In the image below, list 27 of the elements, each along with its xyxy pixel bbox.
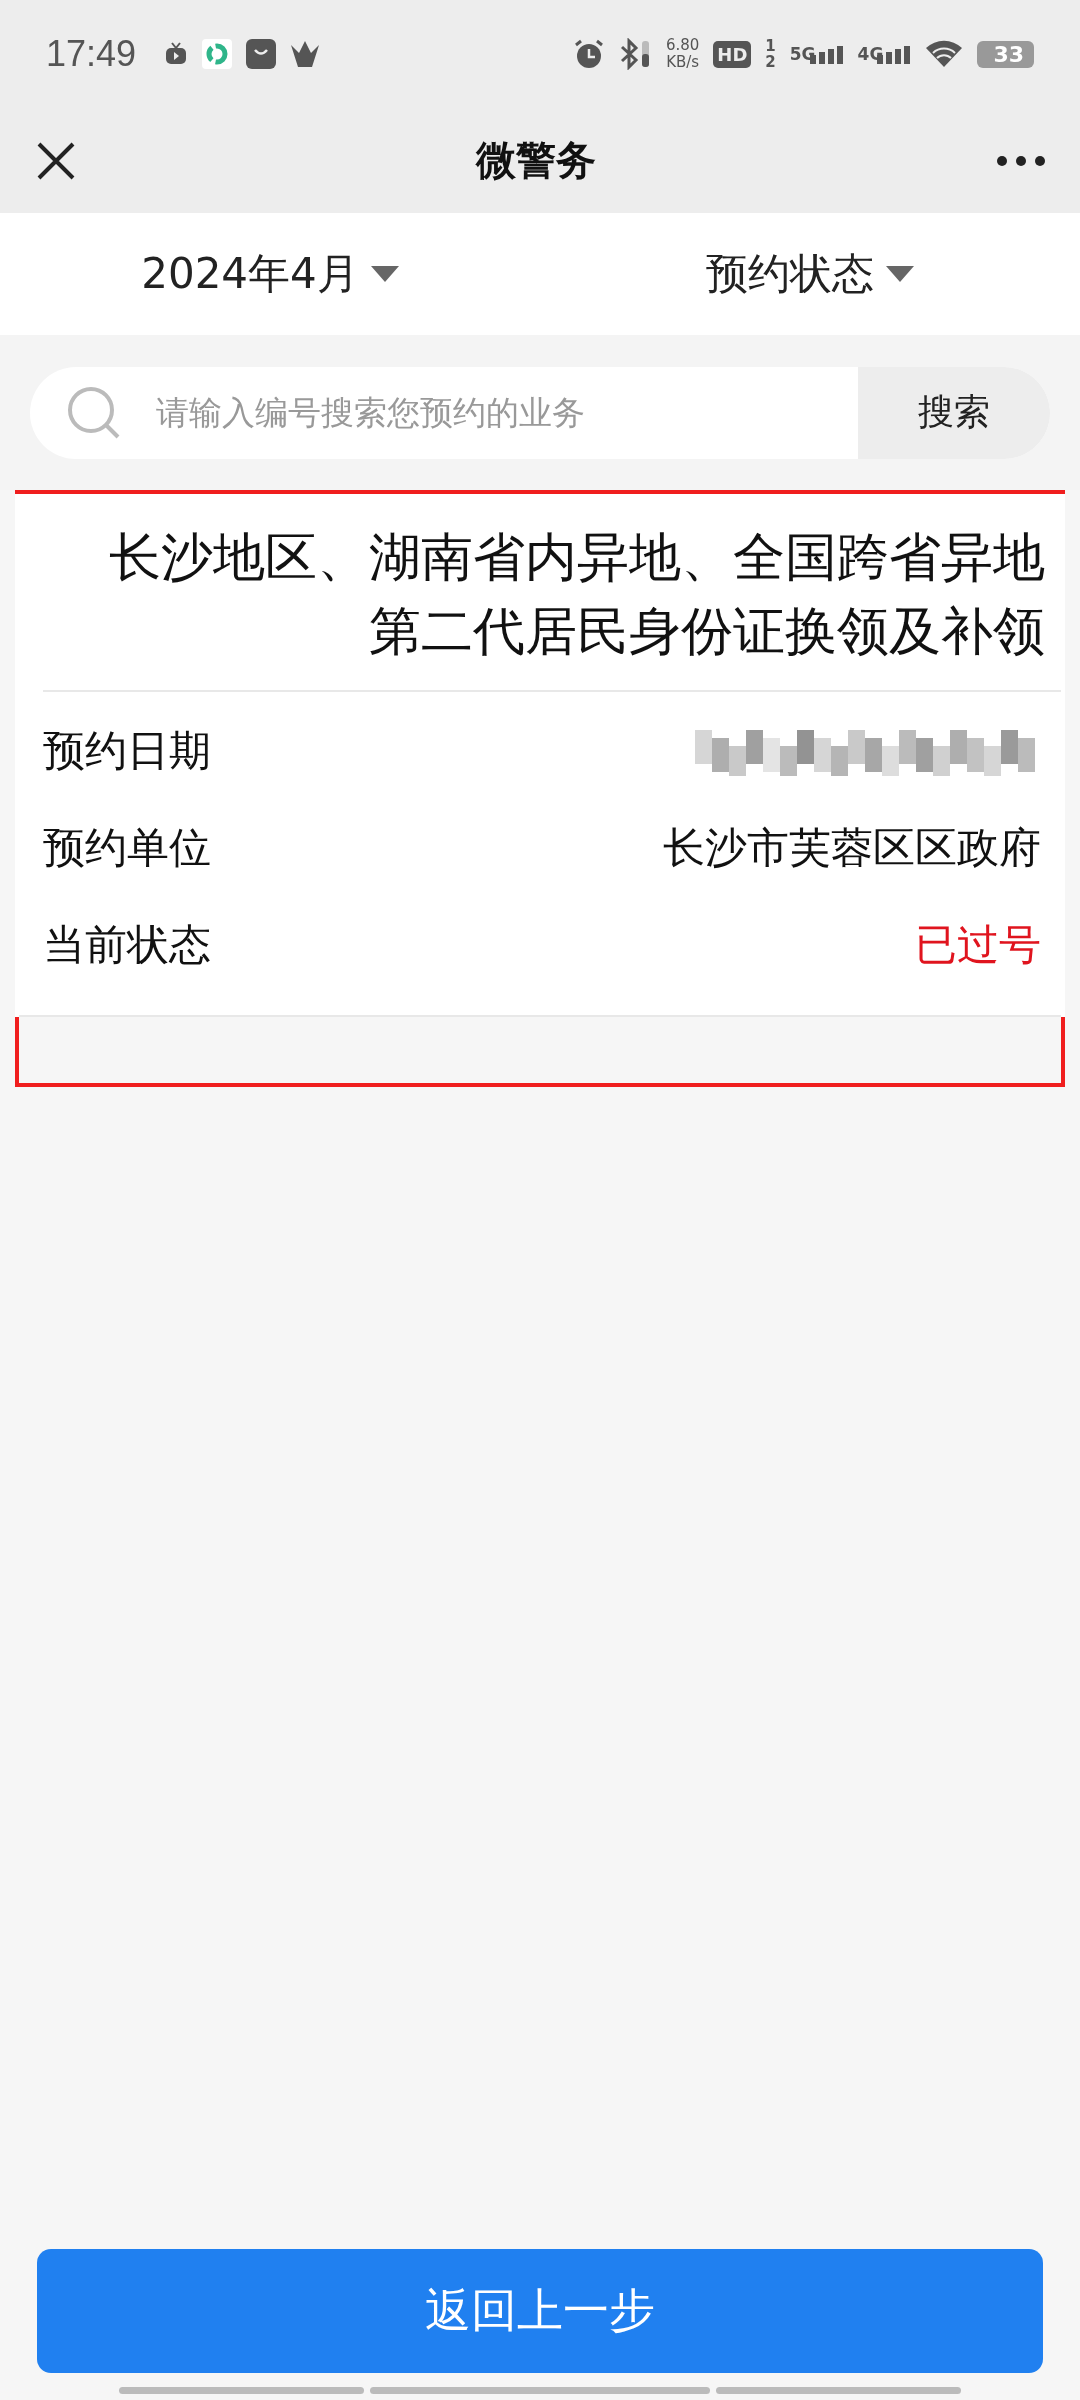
caret-icon <box>886 266 914 282</box>
crown-icon <box>290 41 321 67</box>
alarm-icon <box>573 39 604 69</box>
status-value: 已过号 <box>915 918 1041 971</box>
field-label: 预约单位 <box>43 821 211 874</box>
page-title: 微警务 <box>476 136 596 185</box>
clock-time: 17:49 <box>46 33 137 75</box>
close-icon[interactable] <box>36 140 76 181</box>
speed-value: 6.80 <box>665 37 700 54</box>
bag-icon <box>246 39 277 69</box>
search-field[interactable]: 请输入编号搜索您预约的业务 搜索 <box>30 366 1050 459</box>
more-icon[interactable] <box>996 154 1046 167</box>
field-label: 当前状态 <box>43 918 211 971</box>
battery-indicator: 33 <box>977 40 1034 68</box>
tv-icon <box>164 42 189 66</box>
app-icon <box>202 39 233 69</box>
sim-number: 1 <box>765 38 776 54</box>
hd-badge: HD <box>713 40 752 68</box>
service-title: 长沙地区、湖南省内异地、全国跨省异地第二代居民身份证换领及补领 <box>43 494 1061 692</box>
speed-unit: KB/s <box>666 54 700 71</box>
caret-icon <box>370 266 399 282</box>
field-value: 长沙市芙蓉区区政府 <box>663 821 1041 874</box>
wifi-icon <box>925 39 964 69</box>
search-button[interactable]: 搜索 <box>858 366 1050 459</box>
back-button[interactable]: 返回上一步 <box>37 2249 1043 2373</box>
sim-number: 2 <box>765 54 776 70</box>
field-label: 预约日期 <box>43 724 211 777</box>
